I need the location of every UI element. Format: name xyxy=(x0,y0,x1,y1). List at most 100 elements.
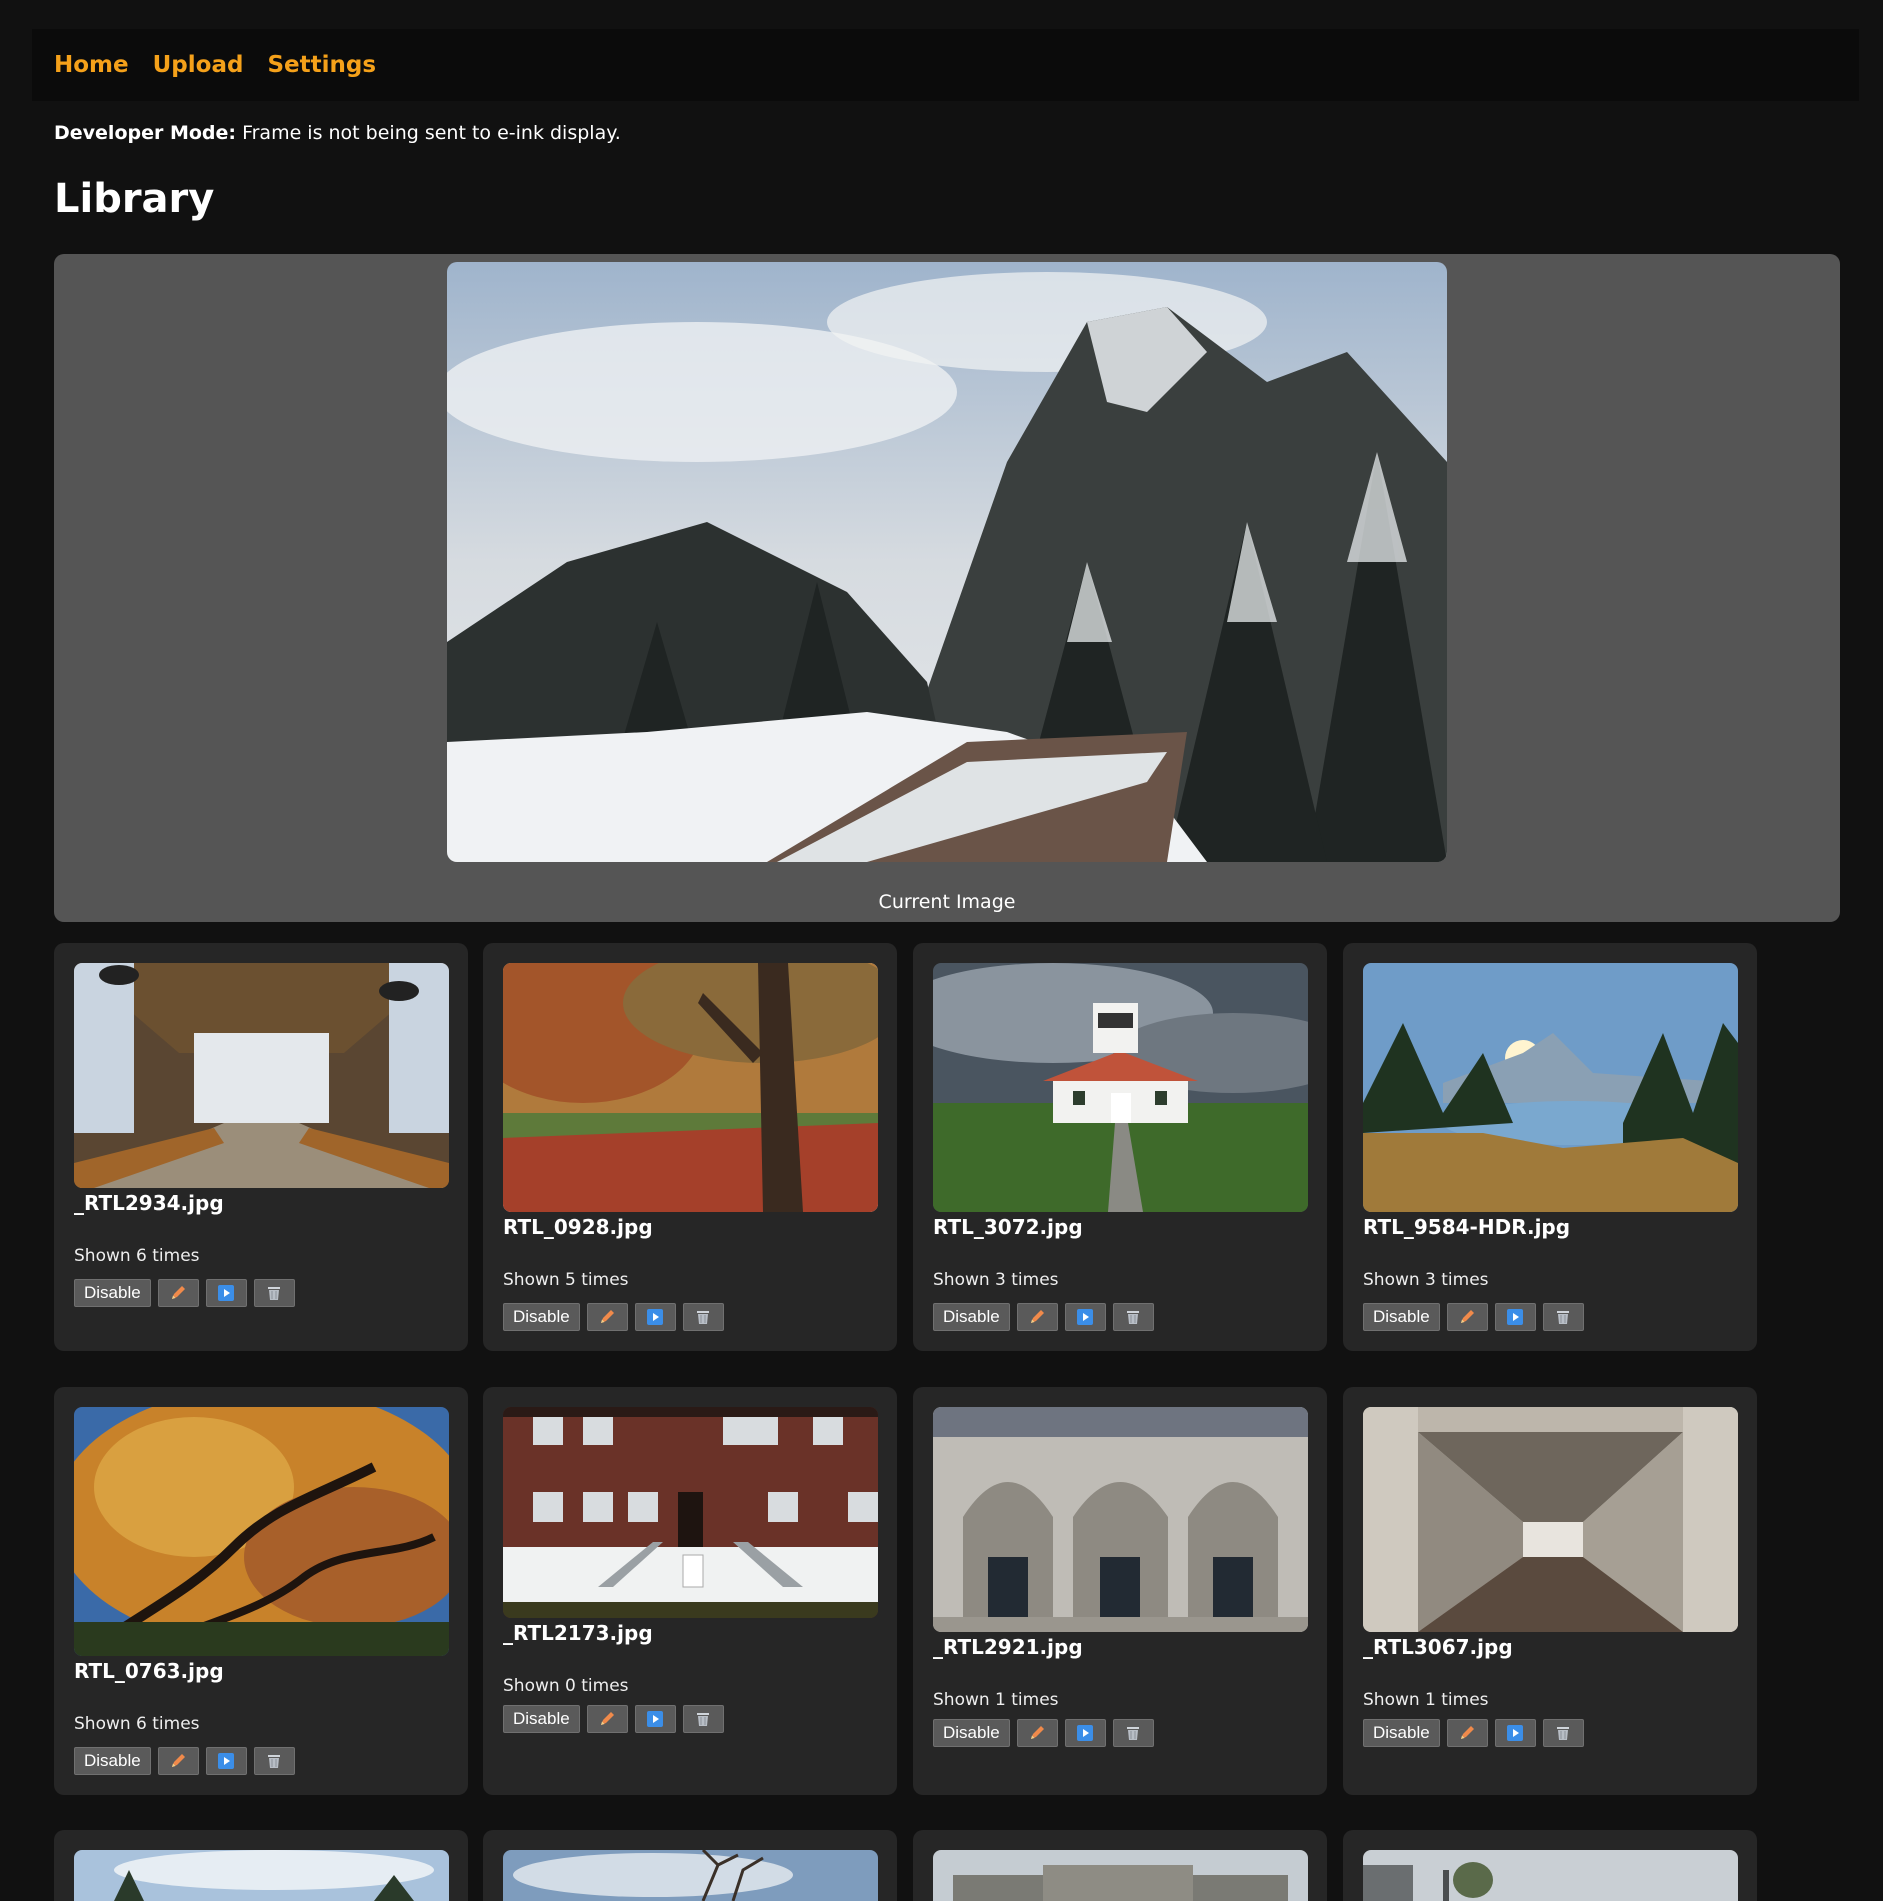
delete-button[interactable] xyxy=(1112,1303,1154,1331)
image-filename: RTL_0928.jpg xyxy=(503,1215,653,1239)
play-button[interactable] xyxy=(1064,1719,1106,1747)
delete-button[interactable] xyxy=(682,1705,724,1733)
disable-button[interactable]: Disable xyxy=(74,1747,151,1775)
trash-icon xyxy=(1124,1308,1142,1326)
play-button[interactable] xyxy=(1494,1303,1536,1331)
image-filename: _RTL2934.jpg xyxy=(74,1191,224,1215)
image-filename: RTL_9584-HDR.jpg xyxy=(1363,1215,1571,1239)
nav-settings-link[interactable]: Settings xyxy=(267,52,376,78)
pencil-icon xyxy=(598,1308,616,1326)
pencil-icon xyxy=(1028,1724,1046,1742)
pencil-icon xyxy=(1458,1308,1476,1326)
trash-icon xyxy=(265,1752,283,1770)
play-icon xyxy=(1506,1308,1524,1326)
delete-button[interactable] xyxy=(682,1303,724,1331)
image-actions: Disable xyxy=(933,1303,1154,1331)
page-title: Library xyxy=(54,176,215,222)
disable-button[interactable]: Disable xyxy=(503,1705,580,1733)
image-filename: _RTL3067.jpg xyxy=(1363,1635,1513,1659)
image-card: _RTL2921.jpg Shown 1 times Disable xyxy=(913,1387,1327,1795)
image-actions: Disable xyxy=(503,1303,724,1331)
trash-icon xyxy=(1124,1724,1142,1742)
pencil-icon xyxy=(169,1284,187,1302)
delete-button[interactable] xyxy=(1112,1719,1154,1747)
image-actions: Disable xyxy=(74,1747,295,1775)
image-shown-count: Shown 3 times xyxy=(933,1270,1059,1290)
edit-button[interactable] xyxy=(586,1303,628,1331)
delete-button[interactable] xyxy=(1542,1303,1584,1331)
play-button[interactable] xyxy=(205,1747,247,1775)
disable-button[interactable]: Disable xyxy=(503,1303,580,1331)
play-button[interactable] xyxy=(205,1279,247,1307)
edit-button[interactable] xyxy=(1016,1719,1058,1747)
image-actions: Disable xyxy=(1363,1303,1584,1331)
edit-button[interactable] xyxy=(1446,1719,1488,1747)
image-thumbnail[interactable] xyxy=(933,1850,1308,1901)
image-thumbnail[interactable] xyxy=(74,1407,449,1656)
pencil-icon xyxy=(1028,1308,1046,1326)
disable-button[interactable]: Disable xyxy=(933,1719,1010,1747)
image-thumbnail[interactable] xyxy=(503,963,878,1212)
pencil-icon xyxy=(598,1710,616,1728)
pencil-icon xyxy=(169,1752,187,1770)
disable-button[interactable]: Disable xyxy=(933,1303,1010,1331)
image-filename: _RTL2921.jpg xyxy=(933,1635,1083,1659)
play-button[interactable] xyxy=(634,1705,676,1733)
nav-upload-link[interactable]: Upload xyxy=(153,52,244,78)
play-button[interactable] xyxy=(1064,1303,1106,1331)
edit-button[interactable] xyxy=(586,1705,628,1733)
image-card: RTL_0928.jpg Shown 5 times Disable xyxy=(483,943,897,1351)
play-icon xyxy=(646,1308,664,1326)
image-card xyxy=(483,1830,897,1901)
edit-button[interactable] xyxy=(157,1747,199,1775)
image-thumbnail[interactable] xyxy=(74,963,449,1188)
trash-icon xyxy=(1554,1308,1572,1326)
current-image-caption: Current Image xyxy=(878,891,1016,913)
nav-home-link[interactable]: Home xyxy=(54,52,129,78)
image-thumbnail[interactable] xyxy=(933,1407,1308,1632)
trash-icon xyxy=(265,1284,283,1302)
image-shown-count: Shown 6 times xyxy=(74,1714,200,1734)
image-thumbnail[interactable] xyxy=(74,1850,449,1901)
edit-button[interactable] xyxy=(1016,1303,1058,1331)
image-card xyxy=(913,1830,1327,1901)
delete-button[interactable] xyxy=(1542,1719,1584,1747)
image-actions: Disable xyxy=(503,1705,724,1733)
image-thumbnail[interactable] xyxy=(1363,1407,1738,1632)
image-thumbnail[interactable] xyxy=(933,963,1308,1212)
image-card: RTL_9584-HDR.jpg Shown 3 times Disable xyxy=(1343,943,1757,1351)
image-thumbnail[interactable] xyxy=(503,1850,878,1901)
play-icon xyxy=(1076,1724,1094,1742)
image-card: RTL_3072.jpg Shown 3 times Disable xyxy=(913,943,1327,1351)
trash-icon xyxy=(1554,1724,1572,1742)
play-icon xyxy=(1076,1308,1094,1326)
image-thumbnail[interactable] xyxy=(1363,1850,1738,1901)
play-button[interactable] xyxy=(1494,1719,1536,1747)
delete-button[interactable] xyxy=(253,1747,295,1775)
edit-button[interactable] xyxy=(1446,1303,1488,1331)
image-card: RTL_0763.jpg Shown 6 times Disable xyxy=(54,1387,468,1795)
image-card: _RTL2934.jpg Shown 6 times Disable xyxy=(54,943,468,1351)
image-shown-count: Shown 0 times xyxy=(503,1676,629,1696)
current-image xyxy=(447,262,1447,862)
disable-button[interactable]: Disable xyxy=(1363,1303,1440,1331)
developer-mode-notice: Developer Mode: Frame is not being sent … xyxy=(54,122,621,144)
developer-mode-label: Developer Mode: xyxy=(54,122,237,144)
edit-button[interactable] xyxy=(157,1279,199,1307)
image-shown-count: Shown 1 times xyxy=(933,1690,1059,1710)
image-shown-count: Shown 1 times xyxy=(1363,1690,1489,1710)
trash-icon xyxy=(694,1308,712,1326)
play-icon xyxy=(217,1284,235,1302)
disable-button[interactable]: Disable xyxy=(1363,1719,1440,1747)
image-card: _RTL3067.jpg Shown 1 times Disable xyxy=(1343,1387,1757,1795)
image-actions: Disable xyxy=(933,1719,1154,1747)
disable-button[interactable]: Disable xyxy=(74,1279,151,1307)
play-icon xyxy=(217,1752,235,1770)
image-card xyxy=(54,1830,468,1901)
play-icon xyxy=(646,1710,664,1728)
delete-button[interactable] xyxy=(253,1279,295,1307)
image-thumbnail[interactable] xyxy=(1363,963,1738,1212)
play-button[interactable] xyxy=(634,1303,676,1331)
image-thumbnail[interactable] xyxy=(503,1407,878,1618)
image-card: _RTL2173.jpg Shown 0 times Disable xyxy=(483,1387,897,1795)
